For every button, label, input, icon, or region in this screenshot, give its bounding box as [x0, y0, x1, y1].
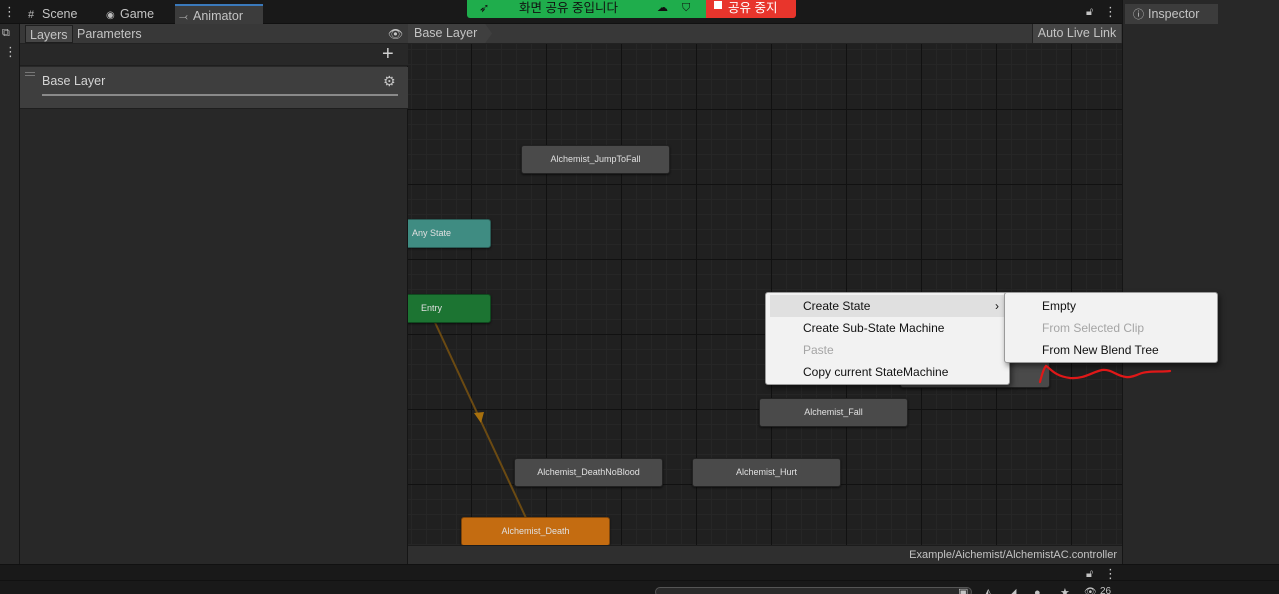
share-status-text: 화면 공유 중입니다 [519, 1, 618, 15]
transition-arrow-icon [474, 412, 484, 423]
screen-share-banner: ➶ 화면 공유 중입니다 ☁ ⛉ [467, 0, 706, 18]
filter-icon[interactable]: ◭ [984, 586, 992, 594]
drag-handle-icon[interactable] [25, 72, 35, 76]
list-icon[interactable]: ▣ [958, 586, 968, 594]
menu-item-copy-state-machine[interactable]: Copy current StateMachine [770, 361, 1005, 383]
state-hurt[interactable]: Alchemist_Hurt [692, 458, 841, 487]
star-icon[interactable]: ★ [1060, 586, 1070, 594]
graph-header: Base Layer Auto Live Link [408, 24, 1122, 44]
tab-inspector[interactable]: ⓘ Inspector [1125, 4, 1218, 24]
info-icon: ⓘ [1133, 9, 1144, 21]
menu-item-create-sub-state-machine[interactable]: Create Sub-State Machine [770, 317, 1005, 339]
menu-item-paste: Paste [803, 343, 834, 357]
state-jump-to-fall[interactable]: Alchemist_JumpToFall [521, 145, 670, 174]
chevron-right-icon: › [995, 299, 999, 313]
menu-item-from-new-blend-tree[interactable]: From New Blend Tree [1009, 339, 1213, 361]
more-vert-icon[interactable]: ⋮ [1104, 5, 1117, 19]
layer-weight-bar[interactable] [42, 94, 398, 96]
window-icon[interactable]: ⧉ [2, 26, 10, 40]
grid-icon: # [28, 9, 35, 21]
lock-icon[interactable]: 🔓︎ [1086, 5, 1093, 19]
hidden-count: 26 [1100, 586, 1112, 594]
inspector-panel: ⓘ Inspector [1122, 0, 1279, 564]
eye-icon[interactable]: 👁︎ [1084, 586, 1097, 594]
shield-icon: ⛉ [682, 2, 691, 14]
tab-layers[interactable]: Layers [25, 25, 73, 43]
state-fall[interactable]: Alchemist_Fall [759, 398, 908, 427]
tab-scene[interactable]: # Scene [24, 4, 104, 24]
lock-icon[interactable]: 🔓︎ [1086, 567, 1093, 581]
more-vert-icon[interactable]: ⋮ [3, 5, 16, 19]
bottom-panel-bar: 🔓︎ ⋮ ▣ ◭ ◢ ● ★ 👁︎ 26 [0, 564, 1279, 594]
graph-footer: Example/Aichemist/AlchemistAC.controller [408, 545, 1122, 564]
menu-item-create-state[interactable]: Create State › [770, 295, 1005, 317]
more-vert-icon[interactable]: ⋮ [4, 45, 17, 59]
auto-live-link-button[interactable]: Auto Live Link [1032, 24, 1121, 43]
cloud-icon: ☁ [657, 2, 668, 14]
layers-panel: Layers Parameters 👁︎ + Base Layer ⚙ [20, 24, 408, 564]
state-death-no-blood[interactable]: Alchemist_DeathNoBlood [514, 458, 663, 487]
warning-icon[interactable]: ● [1034, 586, 1041, 594]
stop-share-button[interactable]: 공유 중지 [706, 0, 796, 18]
red-underline-annotation [1038, 364, 1172, 384]
layer-add-row: + [20, 44, 408, 66]
tab-parameters[interactable]: Parameters [73, 25, 146, 43]
controller-path: Example/Aichemist/AlchemistAC.controller [909, 549, 1117, 561]
state-death[interactable]: Alchemist_Death [461, 517, 610, 545]
tab-animator[interactable]: ⤙ Animator [175, 4, 263, 24]
menu-item-empty[interactable]: Empty [1009, 295, 1213, 317]
tab-game[interactable]: ◉ Game [102, 4, 174, 24]
add-layer-button[interactable]: + [382, 44, 394, 64]
more-vert-icon[interactable]: ⋮ [1104, 567, 1117, 581]
state-any-state[interactable]: Any State [408, 219, 491, 248]
breadcrumb[interactable]: Base Layer [408, 24, 492, 43]
menu-item-from-selected-clip: From Selected Clip [1042, 321, 1145, 335]
gear-icon[interactable]: ⚙ [383, 74, 396, 88]
graph-context-menu: Create State › Create Sub-State Machine … [765, 292, 1010, 385]
state-entry[interactable]: Entry [408, 294, 491, 323]
search-input[interactable] [655, 587, 972, 594]
layers-toolbar: Layers Parameters 👁︎ [20, 24, 408, 44]
gamepad-icon: ◉ [106, 10, 115, 21]
stop-icon [714, 1, 722, 9]
eye-icon[interactable]: 👁︎ [388, 27, 403, 41]
left-gutter: ⧉ ⋮ [0, 24, 20, 564]
create-state-submenu: Empty From Selected Clip From New Blend … [1004, 292, 1218, 363]
layer-item[interactable]: Base Layer ⚙ [20, 67, 408, 109]
tag-icon[interactable]: ◢ [1008, 586, 1016, 594]
layer-name: Base Layer [42, 74, 106, 88]
pin-icon: ➶ [479, 1, 490, 15]
